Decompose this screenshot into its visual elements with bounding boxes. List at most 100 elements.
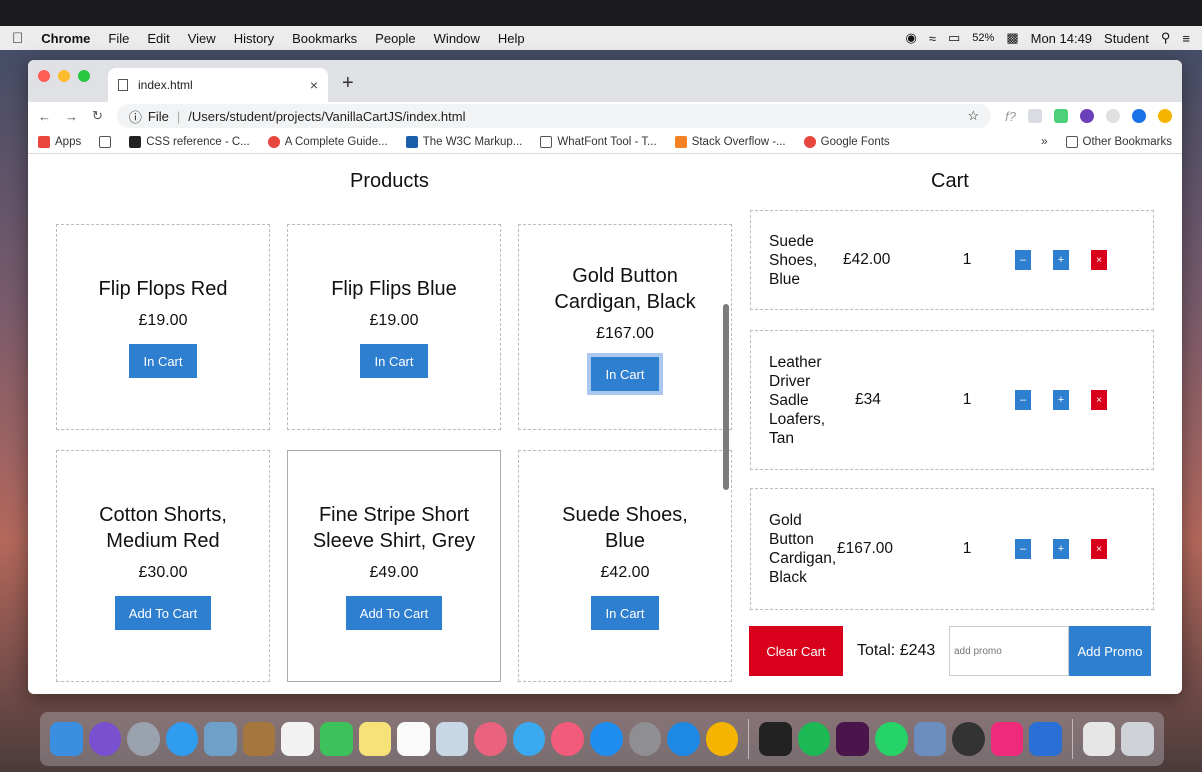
in-cart-button[interactable]: In Cart [591,596,659,630]
bookmark-blank[interactable] [99,135,112,148]
slack-icon[interactable] [836,722,870,756]
decrease-quantity-button[interactable]: – [1015,250,1031,270]
pink-app-icon[interactable] [990,722,1024,756]
bookmark-complete-guide[interactable]: A Complete Guide... [267,135,388,148]
preview-icon[interactable] [204,722,237,756]
minimize-window-icon[interactable] [58,70,70,82]
bookmark-whatfont[interactable]: WhatFont Tool - T... [540,135,657,148]
record-icon[interactable]: ◉ [906,30,917,46]
reminders-icon[interactable] [397,722,430,756]
battery-percent[interactable]: 52% [972,32,994,44]
bookmark-css-reference[interactable]: CSS reference - C... [129,135,250,148]
calendar-icon[interactable] [281,722,314,756]
remove-item-button[interactable]: × [1091,539,1107,559]
apple-icon[interactable]:  [12,30,23,47]
quicktime-icon[interactable] [667,722,700,756]
clock[interactable]: Mon 14:49 [1031,31,1092,46]
itunes-icon[interactable] [551,722,585,756]
wifi-icon[interactable]: ≈ [929,31,936,46]
notes-book-icon[interactable] [242,722,276,756]
notification-center-icon[interactable]: ≡ [1182,31,1190,46]
add-to-cart-button[interactable]: Add To Cart [345,596,443,630]
siri-icon[interactable] [88,722,122,756]
bookmark-more[interactable]: » [1041,136,1047,148]
in-cart-button[interactable]: In Cart [360,344,428,378]
menu-bookmarks[interactable]: Bookmarks [292,31,357,46]
address-bar[interactable]: ⓘ File | /Users/student/projects/Vanilla… [116,104,992,128]
image-capture-icon[interactable] [913,722,947,756]
bookmark-stackoverflow[interactable]: Stack Overflow -... [674,135,786,148]
safari-icon[interactable] [165,722,199,756]
battery-icon[interactable]: ▩ [1006,30,1018,46]
in-cart-button[interactable]: In Cart [129,344,197,378]
tab-index[interactable]: index.html × [108,68,328,102]
promo-input[interactable] [949,626,1069,676]
photos-icon[interactable] [474,722,507,756]
photos-booth-icon[interactable] [435,722,469,756]
vscode-icon[interactable] [1029,722,1062,756]
decrease-quantity-button[interactable]: – [1015,390,1031,410]
whatsapp-icon[interactable] [875,722,908,756]
menu-view[interactable]: View [188,31,216,46]
zoom-window-icon[interactable] [78,70,90,82]
profile-avatar-icon[interactable] [1132,109,1146,123]
increase-quantity-button[interactable]: + [1053,539,1069,559]
messages-icon[interactable] [512,722,546,756]
update-icon[interactable] [1158,109,1172,123]
forward-icon[interactable]: → [65,109,78,124]
increase-quantity-button[interactable]: + [1053,250,1069,270]
menu-edit[interactable]: Edit [147,31,169,46]
bookmarks-bar: Apps CSS reference - C... A Complete Gui… [28,130,1182,154]
bookmark-label: CSS reference - C... [146,135,250,148]
trash-icon[interactable] [1121,722,1155,756]
whatfont-extension-icon[interactable]: f? [1005,109,1016,124]
menu-people[interactable]: People [375,31,415,46]
spotlight-icon[interactable]: ⚲ [1161,30,1171,46]
menu-window[interactable]: Window [434,31,480,46]
clear-cart-button[interactable]: Clear Cart [749,626,843,676]
app-store-icon[interactable] [590,722,623,756]
notes-icon[interactable] [358,722,392,756]
decrease-quantity-button[interactable]: – [1015,539,1031,559]
product-card: Cotton Shorts, Medium Red £30.00 Add To … [56,450,270,682]
back-icon[interactable]: ← [38,109,51,124]
menu-help[interactable]: Help [498,31,525,46]
increase-quantity-button[interactable]: + [1053,390,1069,410]
bookmark-apps[interactable]: Apps [38,135,81,148]
bookmark-star-icon[interactable]: ☆ [968,108,980,124]
system-preferences-icon[interactable] [628,722,662,756]
bookmark-label: Stack Overflow -... [691,135,786,148]
screen-recorder-icon[interactable] [952,722,985,756]
in-cart-button[interactable]: In Cart [587,353,663,395]
menu-file[interactable]: File [108,31,129,46]
extension-gray-icon[interactable] [1106,109,1120,123]
chrome-icon[interactable] [705,722,739,756]
downloads-icon[interactable] [1082,722,1116,756]
close-tab-icon[interactable]: × [310,77,318,93]
menu-app[interactable]: Chrome [41,31,90,46]
bookmark-w3c[interactable]: The W3C Markup... [405,135,522,148]
extension-grid-icon[interactable] [1028,109,1042,123]
user-name[interactable]: Student [1104,31,1149,46]
airplay-icon[interactable]: ▭ [948,30,960,46]
bookmark-other[interactable]: Other Bookmarks [1065,135,1172,148]
products-scrollbar[interactable] [723,304,729,490]
remove-item-button[interactable]: × [1091,390,1107,410]
launchpad-icon[interactable] [127,722,160,756]
spotify-icon[interactable] [797,722,831,756]
extension-v-icon[interactable] [1080,109,1094,123]
terminal-icon[interactable] [759,722,792,756]
bookmark-google-fonts[interactable]: Google Fonts [803,135,890,148]
add-promo-button[interactable]: Add Promo [1069,626,1151,676]
info-icon[interactable]: ⓘ [129,107,142,126]
remove-item-button[interactable]: × [1091,250,1107,270]
new-tab-icon[interactable]: + [342,72,354,95]
add-to-cart-button[interactable]: Add To Cart [114,596,212,630]
extension-green-icon[interactable] [1054,109,1068,123]
page-content: Products Cart Flip Flops Red £19.00 In C… [28,154,1182,690]
reload-icon[interactable]: ↻ [92,108,103,124]
close-window-icon[interactable] [38,70,50,82]
facetime-icon[interactable] [320,722,353,756]
finder-icon[interactable] [49,722,83,756]
menu-history[interactable]: History [234,31,274,46]
